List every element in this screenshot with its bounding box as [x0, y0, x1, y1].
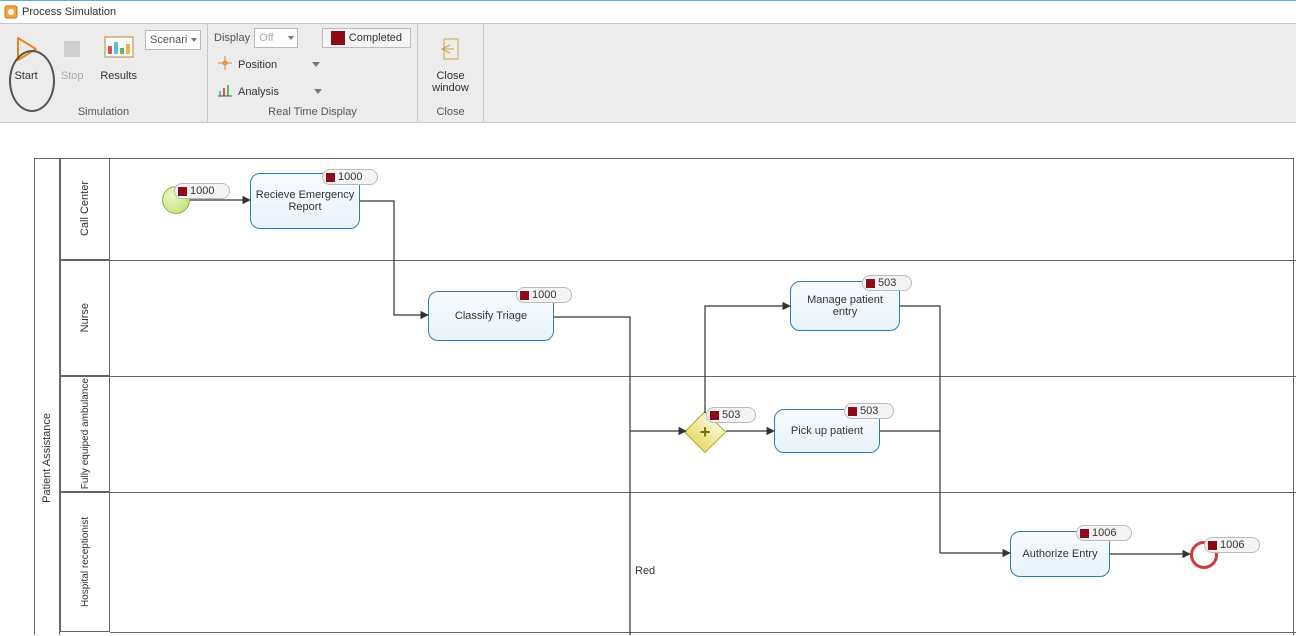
token-value: 1000 [338, 171, 362, 183]
play-icon [10, 32, 42, 66]
token-icon [1208, 541, 1217, 550]
position-icon [218, 56, 232, 73]
lane-separator [110, 492, 1296, 493]
task-label: Classify Triage [455, 310, 527, 322]
token-badge-end: 1006 [1204, 537, 1260, 553]
chevron-down-icon [191, 38, 197, 42]
stop-icon [56, 32, 88, 66]
window-title: Process Simulation [22, 6, 116, 18]
display-selected: Off [259, 32, 273, 44]
token-value: 503 [722, 409, 740, 421]
status-square-icon [331, 31, 345, 45]
token-icon [178, 187, 187, 196]
token-value: 1006 [1220, 539, 1244, 551]
results-icon [103, 32, 135, 66]
results-label: Results [100, 70, 137, 82]
start-button[interactable]: Start [6, 28, 46, 86]
lane-separator [110, 632, 1296, 633]
token-icon [866, 279, 875, 288]
token-value: 503 [860, 405, 878, 417]
task-label: Authorize Entry [1022, 548, 1097, 560]
chevron-down-icon [288, 36, 294, 40]
ribbon-group-simulation: Start Stop Results Scenari Simulation [0, 24, 208, 122]
ribbon-group-realtime: Display Off Completed Position [208, 24, 418, 122]
token-icon [1080, 529, 1089, 538]
results-button[interactable]: Results [98, 28, 139, 86]
close-window-label: Close window [426, 70, 475, 94]
token-badge-start: 1000 [174, 183, 230, 199]
titlebar: Process Simulation [0, 1, 1296, 23]
completed-chip: Completed [322, 28, 411, 48]
edge-label-red: Red [635, 565, 655, 577]
token-badge-authorize: 1006 [1076, 525, 1132, 541]
task-label: Pick up patient [791, 425, 863, 437]
analysis-button[interactable]: Analysis [214, 81, 411, 102]
display-select[interactable]: Off [254, 28, 298, 48]
completed-label: Completed [349, 32, 402, 44]
lane-separator [110, 260, 1296, 261]
token-value: 503 [878, 277, 896, 289]
ribbon-group-close: Close window Close [418, 24, 484, 122]
ribbon: Start Stop Results Scenari Simulation [0, 23, 1296, 123]
token-badge-manage: 503 [862, 275, 912, 291]
start-label: Start [14, 70, 37, 82]
close-window-icon [435, 32, 467, 66]
analysis-label: Analysis [238, 86, 279, 98]
token-badge-classify: 1000 [516, 287, 572, 303]
diagram-canvas[interactable]: Patient Assistance Call Center Nurse Ful… [0, 123, 1296, 635]
group-label-simulation: Simulation [6, 104, 201, 122]
token-badge-gateway: 503 [706, 407, 756, 423]
lane-separator [110, 376, 1296, 377]
scenario-selected: Scenari [150, 34, 187, 46]
token-icon [848, 407, 857, 416]
app-icon [4, 5, 18, 19]
chevron-down-icon [311, 60, 321, 70]
plus-icon: + [700, 423, 711, 441]
task-label: Manage patient entry [795, 294, 895, 318]
token-icon [710, 411, 719, 420]
position-button[interactable]: Position [214, 54, 411, 75]
task-label: Recieve Emergency Report [255, 189, 355, 213]
token-badge-recieve: 1000 [322, 169, 378, 185]
token-icon [326, 173, 335, 182]
analysis-icon [218, 83, 232, 100]
token-icon [520, 291, 529, 300]
scenario-select[interactable]: Scenari [145, 30, 201, 50]
token-badge-pickup: 503 [844, 403, 894, 419]
stop-label: Stop [61, 70, 84, 82]
close-window-button[interactable]: Close window [424, 28, 477, 98]
stop-button: Stop [52, 28, 92, 86]
display-label: Display [214, 32, 250, 44]
chevron-down-icon [313, 87, 323, 97]
group-label-close: Close [424, 104, 477, 122]
token-value: 1006 [1092, 527, 1116, 539]
token-value: 1000 [532, 289, 556, 301]
position-label: Position [238, 59, 277, 71]
token-value: 1000 [190, 185, 214, 197]
group-label-realtime: Real Time Display [214, 104, 411, 122]
